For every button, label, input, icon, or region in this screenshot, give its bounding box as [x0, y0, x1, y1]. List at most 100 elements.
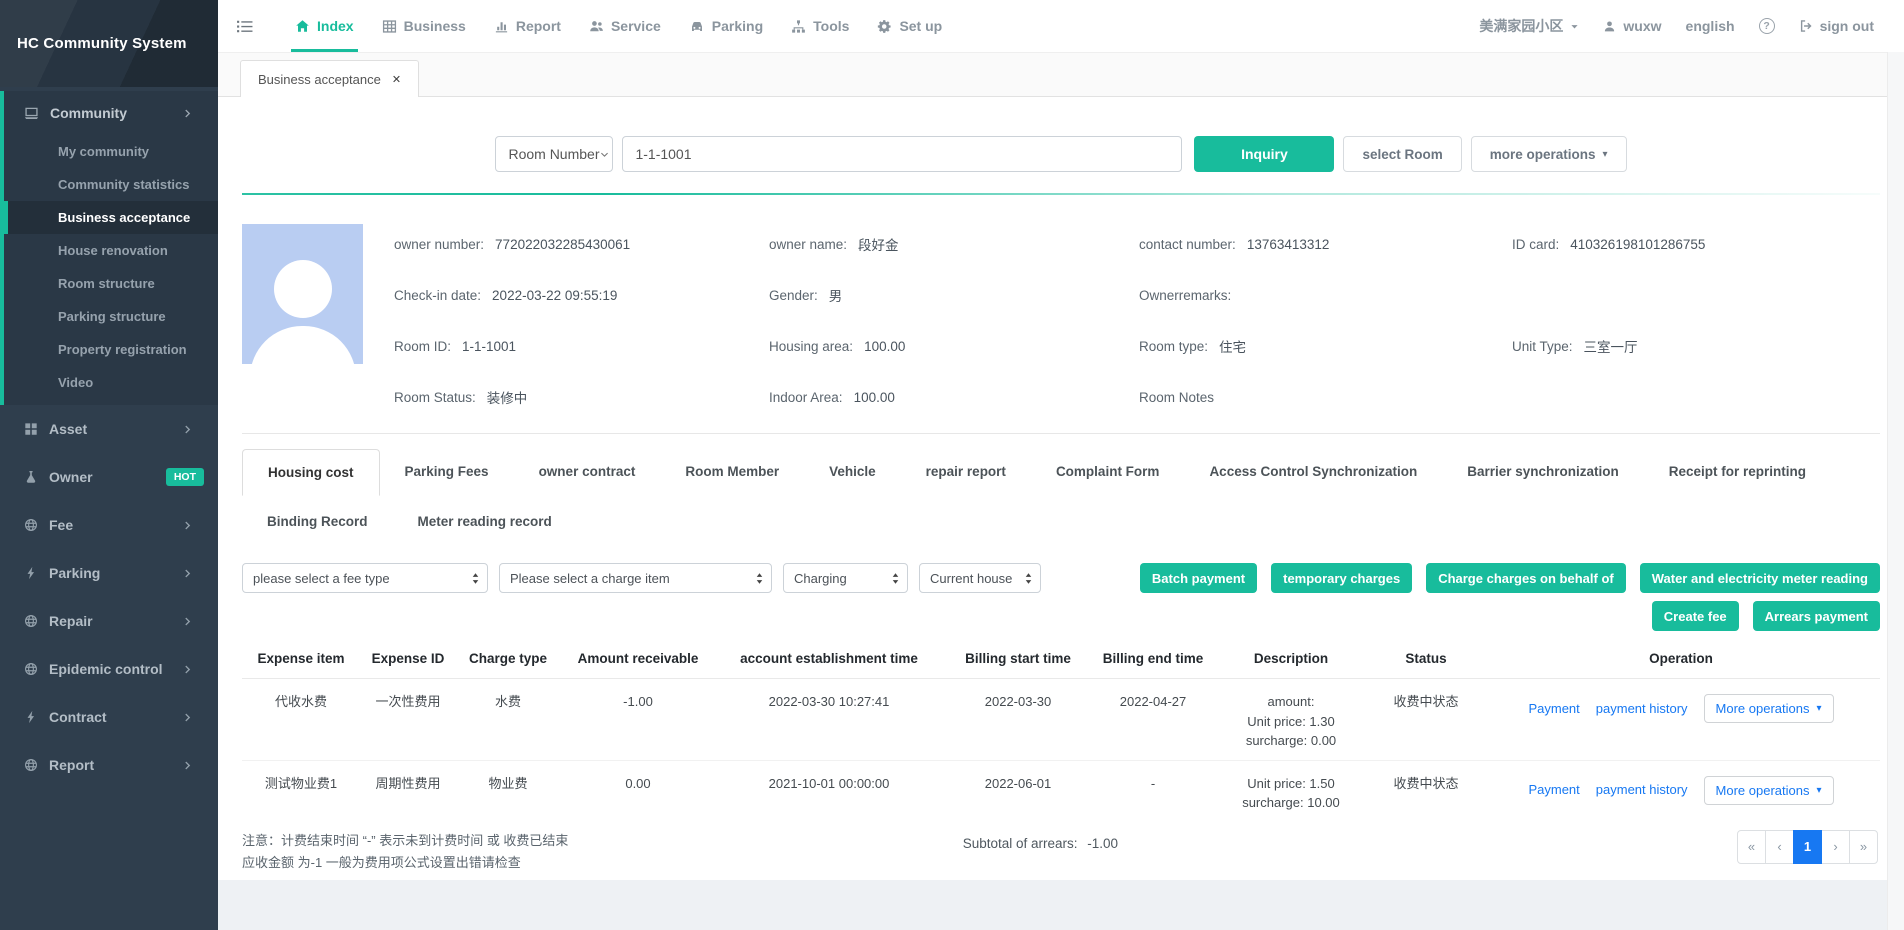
fee-action-row1: Batch payment temporary charges Charge c…: [1140, 563, 1880, 593]
charge-item-select[interactable]: Please select a charge item: [499, 563, 772, 593]
payment-link[interactable]: Payment: [1528, 780, 1579, 800]
owner-field: Room ID:1-1-1001: [394, 334, 769, 358]
sidebar-item-asset[interactable]: Asset: [0, 405, 218, 453]
sidebar-subitem-video[interactable]: Video: [4, 366, 218, 399]
payment-link[interactable]: Payment: [1528, 699, 1579, 719]
page-background-strip: [218, 880, 1904, 930]
field-label: Room Notes: [1139, 390, 1214, 405]
cell-operation: Payment payment history More operations …: [1482, 760, 1880, 822]
payment-history-link[interactable]: payment history: [1596, 699, 1688, 719]
sidebar-item-repair[interactable]: Repair: [0, 597, 218, 645]
cell-expense-item: 测试物业费1: [242, 760, 360, 822]
charging-status-select-value: Charging: [794, 571, 847, 586]
nav-item-parking[interactable]: Parking: [675, 0, 777, 52]
sidebar-subitem-room-structure[interactable]: Room structure: [4, 267, 218, 300]
caret-down-icon: ▾: [1817, 703, 1822, 714]
main-area: Index Business Report Service Parking To…: [218, 0, 1904, 930]
signout-button[interactable]: sign out: [1799, 18, 1874, 34]
sidebar-item-community[interactable]: Community: [4, 91, 218, 135]
updown-caret-icon: [471, 572, 480, 585]
sidebar-item-owner[interactable]: Owner HOT: [0, 453, 218, 501]
nav-item-business[interactable]: Business: [368, 0, 480, 52]
more-operations-button[interactable]: More operations ▾: [1704, 694, 1834, 723]
more-operations-dropdown[interactable]: more operations ▾: [1471, 136, 1627, 172]
tab-housing-cost[interactable]: Housing cost: [242, 449, 380, 496]
field-value: 装修中: [487, 387, 528, 407]
page-first-button[interactable]: «: [1737, 830, 1766, 864]
arrears-subtotal-value: -1.00: [1087, 836, 1118, 851]
nav-item-index[interactable]: Index: [281, 0, 368, 52]
tab-vehicle[interactable]: Vehicle: [804, 449, 901, 496]
sidebar-item-contract[interactable]: Contract: [0, 693, 218, 741]
chevron-right-icon: [182, 108, 193, 119]
fee-type-select-value: please select a fee type: [253, 571, 390, 586]
description-line: amount:: [1216, 692, 1366, 712]
flask-icon: [24, 470, 38, 484]
sidebar-subitem-community-statistics[interactable]: Community statistics: [4, 168, 218, 201]
cell-billing-end: 2022-04-27: [1094, 679, 1212, 761]
page-next-button[interactable]: ›: [1821, 830, 1850, 864]
sidebar-subitem-my-community[interactable]: My community: [4, 135, 218, 168]
tab-parking-fees[interactable]: Parking Fees: [380, 449, 514, 496]
arrears-payment-button[interactable]: Arrears payment: [1753, 601, 1880, 631]
sidebar-item-fee[interactable]: Fee: [0, 501, 218, 549]
tab-owner-contract[interactable]: owner contract: [514, 449, 661, 496]
tab-room-member[interactable]: Room Member: [660, 449, 804, 496]
tab-access-control-sync[interactable]: Access Control Synchronization: [1184, 449, 1442, 496]
sidebar-item-label: Report: [49, 757, 94, 773]
teal-divider: [242, 193, 1880, 195]
user-menu[interactable]: wuxw: [1603, 18, 1661, 34]
tab-binding-record[interactable]: Binding Record: [242, 503, 393, 540]
nav-item-setup[interactable]: Set up: [863, 0, 956, 52]
select-room-button[interactable]: select Room: [1343, 136, 1461, 172]
nav-item-tools[interactable]: Tools: [777, 0, 863, 52]
sidebar-subitem-business-acceptance[interactable]: Business acceptance: [4, 201, 218, 234]
payment-history-link[interactable]: payment history: [1596, 780, 1688, 800]
field-value: 410326198101286755: [1570, 237, 1705, 252]
more-operations-button[interactable]: More operations ▾: [1704, 776, 1834, 805]
tab-complaint-form[interactable]: Complaint Form: [1031, 449, 1185, 496]
charge-on-behalf-button[interactable]: Charge charges on behalf of: [1426, 563, 1626, 593]
owner-field: Check-in date:2022-03-22 09:55:19: [394, 283, 769, 307]
field-label: ID card:: [1512, 237, 1559, 252]
fee-type-select[interactable]: please select a fee type: [242, 563, 488, 593]
room-search-input[interactable]: [622, 136, 1182, 172]
sidebar-subitem-property-registration[interactable]: Property registration: [4, 333, 218, 366]
scrollbar-track[interactable]: [1887, 52, 1904, 930]
batch-payment-button[interactable]: Batch payment: [1140, 563, 1257, 593]
page-last-button[interactable]: »: [1849, 830, 1878, 864]
water-electricity-meter-button[interactable]: Water and electricity meter reading: [1640, 563, 1880, 593]
sidebar-subitem-parking-structure[interactable]: Parking structure: [4, 300, 218, 333]
tab-meter-reading-record[interactable]: Meter reading record: [393, 503, 577, 540]
cell-description: amount: Unit price: 1.30 surcharge: 0.00: [1212, 679, 1370, 761]
tab-repair-report[interactable]: repair report: [901, 449, 1031, 496]
nav-item-service[interactable]: Service: [575, 0, 675, 52]
pagination: « ‹ 1 › »: [1738, 830, 1878, 864]
sidebar-item-parking[interactable]: Parking: [0, 549, 218, 597]
room-number-select[interactable]: Room Number: [495, 136, 613, 172]
sidebar-toggle-icon[interactable]: [236, 18, 253, 35]
tab-receipt-reprinting[interactable]: Receipt for reprinting: [1644, 449, 1831, 496]
close-icon[interactable]: ✕: [392, 73, 401, 86]
tab-barrier-sync[interactable]: Barrier synchronization: [1442, 449, 1644, 496]
sidebar-subitem-house-renovation[interactable]: House renovation: [4, 234, 218, 267]
help-button[interactable]: ?: [1759, 18, 1775, 34]
sidebar-item-label: Community: [50, 105, 127, 121]
create-fee-button[interactable]: Create fee: [1652, 601, 1739, 631]
charging-status-select[interactable]: Charging: [783, 563, 908, 593]
temporary-charges-button[interactable]: temporary charges: [1271, 563, 1412, 593]
page-prev-button[interactable]: ‹: [1765, 830, 1794, 864]
room-number-select-value: Room Number: [508, 146, 599, 162]
field-value: 2022-03-22 09:55:19: [492, 288, 617, 303]
language-switch[interactable]: english: [1686, 18, 1735, 34]
hot-badge: HOT: [166, 468, 204, 486]
sidebar-item-epidemic-control[interactable]: Epidemic control: [0, 645, 218, 693]
nav-item-report[interactable]: Report: [480, 0, 575, 52]
owner-field: Unit Type:三室一厅: [1512, 334, 1880, 358]
inquiry-button[interactable]: Inquiry: [1194, 136, 1334, 172]
tab-business-acceptance[interactable]: Business acceptance ✕: [240, 60, 419, 97]
community-selector[interactable]: 美满家园小区: [1479, 16, 1579, 36]
house-scope-select[interactable]: Current house: [919, 563, 1041, 593]
sidebar-item-report[interactable]: Report: [0, 741, 218, 789]
page-1-button[interactable]: 1: [1793, 830, 1822, 864]
